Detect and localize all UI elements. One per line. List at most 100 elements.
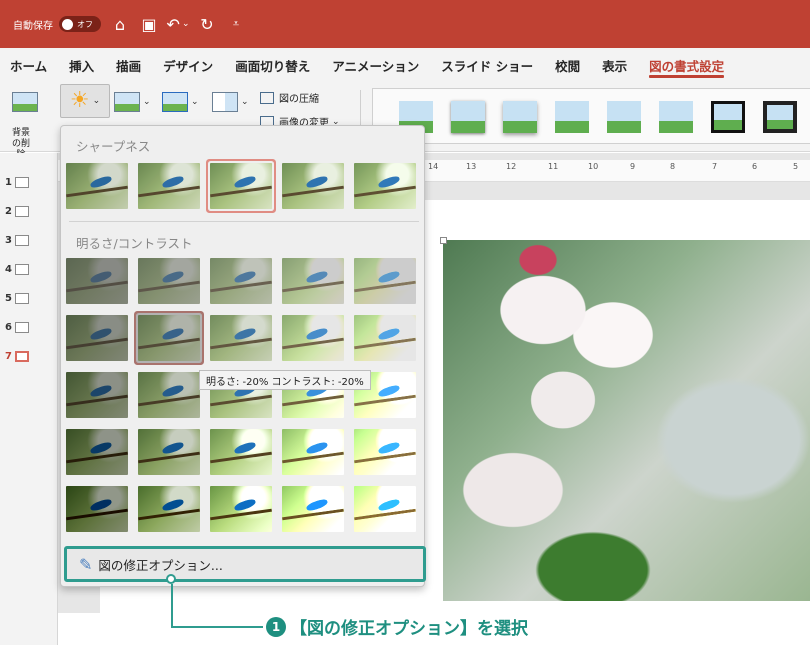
brightness-contrast-preset-2-2[interactable] <box>138 315 200 361</box>
picture-style-8[interactable] <box>763 101 797 133</box>
slide-thumb-7[interactable]: 7 <box>5 351 29 362</box>
sharpness-preset-3[interactable] <box>210 163 272 209</box>
thumb-branch <box>138 280 200 293</box>
brightness-contrast-preset-1-2[interactable] <box>138 258 200 304</box>
thumb-branch <box>282 280 344 293</box>
brightness-contrast-preset-4-5[interactable] <box>354 429 416 475</box>
tab-slideshow[interactable]: スライド ショー <box>441 48 533 82</box>
slide-number: 4 <box>5 264 12 275</box>
brightness-contrast-preset-5-3[interactable] <box>210 486 272 532</box>
thumb-branch <box>138 394 200 407</box>
thumb-branch <box>354 280 416 293</box>
brightness-contrast-preset-1-4[interactable] <box>282 258 344 304</box>
brightness-contrast-preset-4-4[interactable] <box>282 429 344 475</box>
slide-thumb-2[interactable]: 2 <box>5 206 29 217</box>
color-button[interactable]: ⌄ <box>114 92 151 112</box>
thumb-bird <box>161 497 185 513</box>
thumb-branch <box>282 394 344 407</box>
thumb-branch <box>66 394 128 407</box>
brightness-contrast-preset-4-1[interactable] <box>66 429 128 475</box>
brightness-contrast-preset-5-5[interactable] <box>354 486 416 532</box>
thumb-branch <box>66 337 128 350</box>
picture-style-3[interactable] <box>503 101 537 133</box>
tab-transitions[interactable]: 画面切り替え <box>235 48 310 82</box>
thumb-branch <box>138 337 200 350</box>
thumb-bird <box>89 440 113 456</box>
selection-handle[interactable] <box>440 237 447 244</box>
artistic-effects-button[interactable]: ⌄ <box>162 92 199 112</box>
thumb-bird <box>233 269 257 285</box>
tab-draw[interactable]: 描画 <box>116 48 141 82</box>
tab-view[interactable]: 表示 <box>602 48 627 82</box>
picture-corrections-options-button[interactable]: ✎ 図の修正オプション... <box>64 546 426 582</box>
brightness-contrast-preset-1-3[interactable] <box>210 258 272 304</box>
brightness-contrast-preset-5-4[interactable] <box>282 486 344 532</box>
picture-style-4[interactable] <box>555 101 589 133</box>
slide-photo[interactable] <box>443 240 810 601</box>
color-icon <box>114 92 140 112</box>
sharpness-preset-1[interactable] <box>66 163 128 209</box>
remove-background-button[interactable] <box>12 92 38 112</box>
brightness-contrast-preset-3-2[interactable] <box>138 372 200 418</box>
redo-icon[interactable]: ↻ <box>197 14 217 34</box>
brightness-contrast-preset-5-2[interactable] <box>138 486 200 532</box>
undo-icon[interactable]: ↶ ⌄ <box>167 14 190 34</box>
thumb-branch <box>138 451 200 464</box>
brightness-contrast-preset-2-5[interactable] <box>354 315 416 361</box>
slide-box <box>14 264 29 275</box>
sharpness-preset-4[interactable] <box>282 163 344 209</box>
brightness-contrast-preset-3-1[interactable] <box>66 372 128 418</box>
thumb-branch <box>282 337 344 350</box>
sharpness-preset-2[interactable] <box>138 163 200 209</box>
brightness-contrast-preset-2-4[interactable] <box>282 315 344 361</box>
callout-annotation: 1 【図の修正オプション】を選択 <box>266 614 528 639</box>
slide-thumb-4[interactable]: 4 <box>5 264 29 275</box>
slide-thumb-5[interactable]: 5 <box>5 293 29 304</box>
thumb-bird <box>305 497 329 513</box>
slide-thumb-6[interactable]: 6 <box>5 322 29 333</box>
corrections-button[interactable]: ☀ ⌄ <box>60 84 110 118</box>
home-icon[interactable]: ⌂ <box>110 14 130 34</box>
compress-pictures-button[interactable]: 図の圧縮 <box>260 90 319 105</box>
thumb-bird <box>89 174 113 190</box>
transparency-button[interactable]: ⌄ <box>212 92 249 112</box>
tab-design[interactable]: デザイン <box>163 48 213 82</box>
thumb-bird <box>89 383 113 399</box>
callout-line <box>171 626 263 628</box>
ruler-label: 10 <box>588 162 599 171</box>
picture-style-7[interactable] <box>711 101 745 133</box>
brightness-contrast-preset-4-2[interactable] <box>138 429 200 475</box>
slide-thumb-3[interactable]: 3 <box>5 235 29 246</box>
thumb-bird <box>161 174 185 190</box>
brightness-contrast-preset-5-1[interactable] <box>66 486 128 532</box>
sharpness-section-label: シャープネス <box>76 139 151 154</box>
tab-home[interactable]: ホーム <box>10 48 47 82</box>
thumb-branch <box>210 280 272 293</box>
picture-style-5[interactable] <box>607 101 641 133</box>
thumb-branch <box>210 394 272 407</box>
thumb-branch <box>354 451 416 464</box>
thumb-branch <box>210 185 272 198</box>
sharpness-preset-5[interactable] <box>354 163 416 209</box>
autosave-toggle[interactable]: オフ <box>59 16 101 32</box>
tab-review[interactable]: 校閲 <box>555 48 580 82</box>
thumb-bird <box>89 326 113 342</box>
brightness-contrast-preset-4-3[interactable] <box>210 429 272 475</box>
brightness-contrast-preset-2-1[interactable] <box>66 315 128 361</box>
tab-picture-format[interactable]: 図の書式設定 <box>649 48 725 82</box>
thumb-bird <box>233 440 257 456</box>
tab-animations[interactable]: アニメーション <box>332 48 419 82</box>
slide-number: 5 <box>5 293 12 304</box>
picture-style-2[interactable] <box>451 101 485 133</box>
picture-style-6[interactable] <box>659 101 693 133</box>
customize-icon[interactable]: ⩡ <box>226 14 246 34</box>
tab-insert[interactable]: 挿入 <box>69 48 94 82</box>
slide-thumb-1[interactable]: 1 <box>5 177 29 188</box>
thumb-branch <box>66 280 128 293</box>
brightness-contrast-preset-2-3[interactable] <box>210 315 272 361</box>
thumb-bird <box>305 269 329 285</box>
save-icon[interactable]: ▣ <box>139 14 159 34</box>
brightness-contrast-preset-1-1[interactable] <box>66 258 128 304</box>
thumb-bird <box>161 383 185 399</box>
brightness-contrast-preset-1-5[interactable] <box>354 258 416 304</box>
